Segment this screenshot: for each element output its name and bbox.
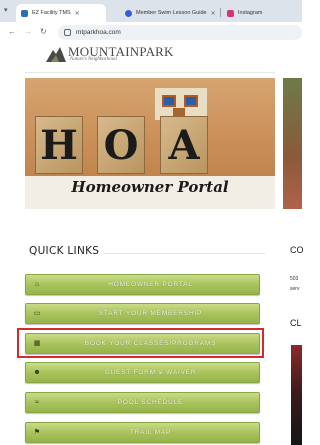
- ez-facility-favicon-icon: [21, 9, 28, 17]
- hoa-block-o: O: [97, 116, 145, 174]
- site-info-icon[interactable]: [64, 29, 71, 36]
- button-label: GUEST FORM & WAIVER: [104, 369, 197, 376]
- tab-separator: [220, 8, 221, 17]
- hero-banner: H O A Homeowner Portal: [25, 78, 275, 209]
- tab-title: Instagram: [238, 10, 263, 16]
- hero-caption: Homeowner Portal: [71, 178, 229, 196]
- address-bar[interactable]: mtparkhoa.com: [58, 25, 302, 40]
- hoa-block-a: A: [160, 116, 208, 174]
- map-icon: ⚑: [33, 429, 41, 436]
- highlight-box: [17, 328, 264, 358]
- right-column-text-1: 503: [290, 276, 299, 282]
- start-membership-button[interactable]: ▭ START YOUR MEMBERSHIP: [25, 303, 260, 324]
- homeowner-portal-button[interactable]: ⌂ HOMEOWNER PORTAL: [25, 274, 260, 295]
- forward-arrow-icon[interactable]: →: [24, 27, 32, 37]
- close-tab-icon[interactable]: ✕: [75, 10, 80, 17]
- right-column-heading-2: CL: [290, 318, 302, 328]
- mountain-logo-icon: [46, 47, 66, 62]
- right-column-image: [291, 345, 302, 445]
- reload-icon[interactable]: ↻: [40, 27, 47, 37]
- tab-member-swim-lesson-guide[interactable]: Member Swim Lesson Guide ✕: [120, 4, 220, 22]
- button-label: HOMEOWNER PORTAL: [108, 281, 193, 288]
- house-model-icon: [155, 88, 207, 120]
- member-swim-favicon-icon: [125, 9, 132, 17]
- browser-tab-bar: ▾ EZ Facility TMS ✕ Member Swim Lesson G…: [0, 0, 302, 22]
- web-page: MOUNTAINPARK Nature's Neighborhood H O A…: [0, 42, 304, 445]
- trail-map-button[interactable]: ⚑ TRAIL MAP: [25, 422, 260, 443]
- browser-toolbar: ← → ↻ mtparkhoa.com: [0, 22, 302, 42]
- instagram-favicon-icon: [227, 9, 234, 17]
- tab-title: Member Swim Lesson Guide: [136, 10, 207, 16]
- button-label: TRAIL MAP: [129, 429, 172, 436]
- url-text: mtparkhoa.com: [76, 29, 121, 36]
- button-label: START YOUR MEMBERSHIP: [98, 310, 203, 317]
- tab-instagram[interactable]: Instagram: [222, 4, 302, 22]
- home-icon: ⌂: [34, 281, 40, 288]
- site-logo[interactable]: MOUNTAINPARK Nature's Neighborhood: [46, 42, 173, 70]
- secondary-hero-image: [283, 78, 302, 209]
- guest-form-waiver-button[interactable]: ☻ GUEST FORM & WAIVER: [25, 362, 260, 383]
- logo-tagline: Nature's Neighborhood: [70, 57, 117, 62]
- header-divider: [25, 72, 275, 73]
- tab-title: EZ Facility TMS: [32, 10, 71, 16]
- users-icon: ☻: [33, 369, 41, 376]
- swim-icon: ≈: [35, 399, 39, 406]
- right-column-text-2: serv: [290, 286, 300, 292]
- close-tab-icon[interactable]: ✕: [211, 10, 216, 17]
- tab-ez-facility[interactable]: EZ Facility TMS ✕: [16, 4, 106, 22]
- quick-links-heading: QUICK LINKS: [29, 245, 100, 257]
- quick-links-rule: [103, 253, 265, 254]
- hoa-block-h: H: [35, 116, 83, 174]
- tab-search-chevron-icon[interactable]: ▾: [4, 7, 14, 15]
- back-arrow-icon[interactable]: ←: [8, 27, 16, 37]
- pool-schedule-button[interactable]: ≈ POOL SCHEDULE: [25, 392, 260, 413]
- right-column-heading: CO: [290, 245, 304, 255]
- card-icon: ▭: [33, 310, 41, 317]
- button-label: POOL SCHEDULE: [117, 399, 184, 406]
